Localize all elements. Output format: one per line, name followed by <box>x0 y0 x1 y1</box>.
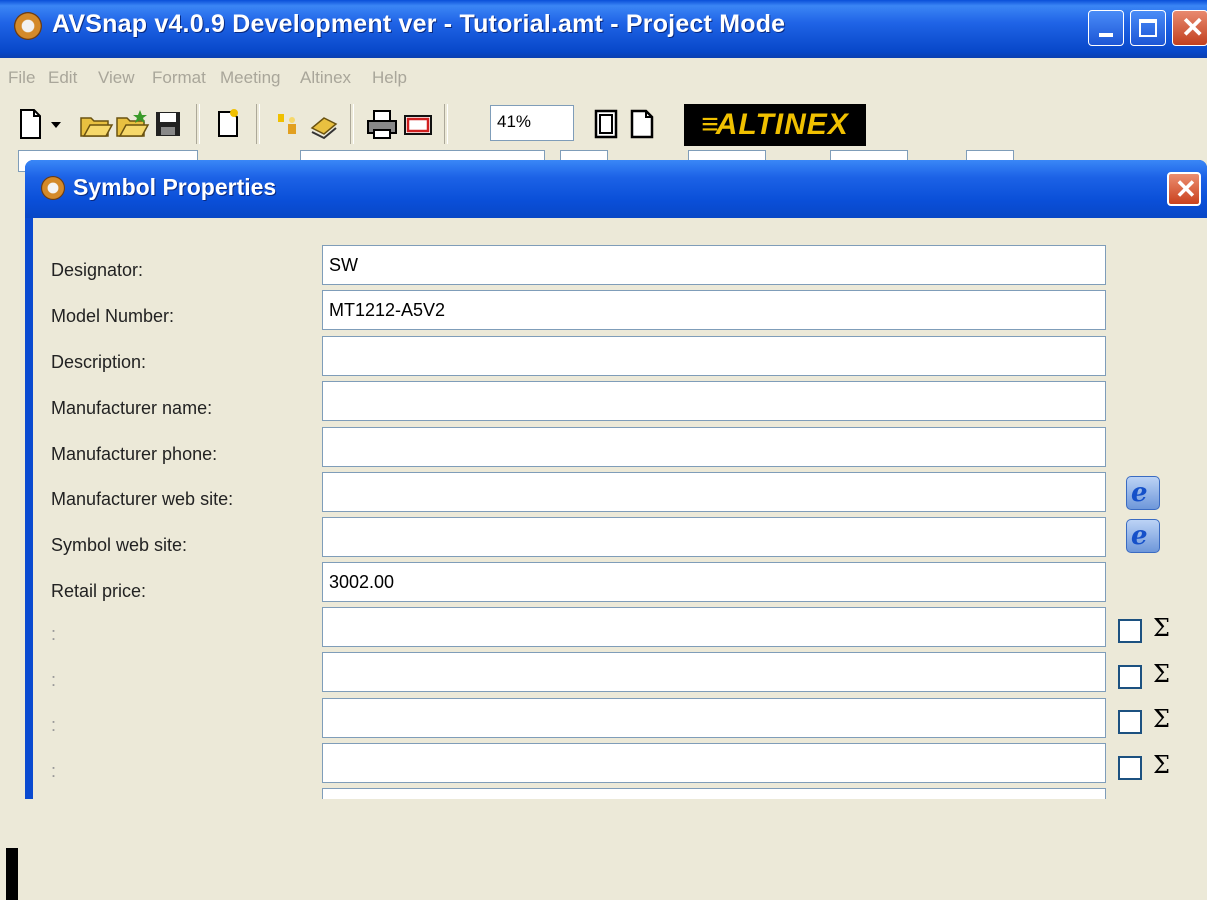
page-landscape-icon <box>630 109 654 139</box>
print-preview-button[interactable] <box>400 106 436 142</box>
symbol-web-site-input[interactable] <box>322 517 1106 557</box>
retail-price-label: Retail price: <box>51 581 147 601</box>
open-button[interactable] <box>78 106 114 142</box>
designator-label: Designator: <box>51 260 144 280</box>
logo-text: ALTINEX <box>715 108 849 141</box>
dropdown-arrow-icon <box>51 122 61 128</box>
minimize-button[interactable] <box>1088 10 1124 46</box>
manufacturer-name-input[interactable] <box>322 381 1106 421</box>
custom-field-1-sum-checkbox[interactable] <box>1118 619 1142 643</box>
toolbar-separator <box>196 104 200 144</box>
custom-field-3-sum-checkbox[interactable] <box>1118 710 1142 734</box>
dialog-title-bar[interactable]: Symbol Properties ✕ <box>25 160 1207 218</box>
print-button[interactable] <box>364 106 400 142</box>
model-number-input[interactable]: MT1212-A5V2 <box>322 290 1106 330</box>
open-folder-icon <box>80 117 114 137</box>
maximize-button[interactable] <box>1130 10 1166 46</box>
dialog-body: Designator: SW Model Number: MT1212-A5V2… <box>33 218 1207 799</box>
save-button[interactable] <box>150 106 186 142</box>
print-preview-icon <box>404 115 432 135</box>
print-icon <box>367 110 397 139</box>
dialog-app-icon <box>41 176 65 200</box>
left-strip-block <box>6 848 18 900</box>
page-button[interactable] <box>210 106 246 142</box>
internet-explorer-icon: e <box>1131 478 1148 508</box>
wizard-icon <box>278 114 296 134</box>
manufacturer-web-site-input[interactable] <box>322 472 1106 512</box>
custom-field-3-input[interactable] <box>322 698 1106 738</box>
save-icon <box>156 112 180 136</box>
menu-view[interactable]: View <box>98 68 135 88</box>
new-document-button[interactable] <box>12 106 48 142</box>
internet-explorer-icon: e <box>1131 521 1148 551</box>
page-landscape-button[interactable] <box>624 106 660 142</box>
manufacturer-name-label: Manufacturer name: <box>51 398 213 418</box>
description-input[interactable] <box>322 336 1106 376</box>
minimize-icon <box>1099 33 1113 37</box>
toolbar-separator <box>444 104 448 144</box>
sum-icon: Σ <box>1153 751 1170 779</box>
model-number-label: Model Number: <box>51 306 175 326</box>
menu-altinex[interactable]: Altinex <box>300 68 351 88</box>
page-icon <box>218 109 238 137</box>
toolbar-separator <box>350 104 354 144</box>
symbol-properties-dialog: Symbol Properties ✕ Designator: SW Model… <box>25 160 1207 799</box>
open-project-icon <box>116 110 150 137</box>
page-portrait-button[interactable] <box>588 106 624 142</box>
sum-icon: Σ <box>1153 660 1170 688</box>
custom-field-2-sum-checkbox[interactable] <box>1118 665 1142 689</box>
custom-field-4-sum-checkbox[interactable] <box>1118 756 1142 780</box>
library-icon <box>310 117 338 140</box>
new-document-icon <box>20 109 41 139</box>
close-button[interactable]: ✕ <box>1172 10 1207 46</box>
dialog-title: Symbol Properties <box>73 174 277 200</box>
custom-field-2-input[interactable] <box>322 652 1106 692</box>
custom-field-1-label: : <box>51 624 57 644</box>
dialog-close-button[interactable]: ✕ <box>1167 172 1201 206</box>
manufacturer-web-site-label: Manufacturer web site: <box>51 489 234 509</box>
menu-file[interactable]: File <box>8 68 35 88</box>
manufacturer-web-browse-button[interactable]: e <box>1126 476 1160 510</box>
manufacturer-phone-label: Manufacturer phone: <box>51 444 218 464</box>
custom-field-5-input[interactable] <box>322 788 1106 799</box>
description-label: Description: <box>51 352 147 372</box>
logo-stripes: ≡ <box>701 108 718 141</box>
zoom-input[interactable]: 41% <box>490 105 574 141</box>
library-button[interactable] <box>306 106 342 142</box>
menu-edit[interactable]: Edit <box>48 68 77 88</box>
custom-field-2-label: : <box>51 670 57 690</box>
designator-input[interactable]: SW <box>322 245 1106 285</box>
new-dropdown-button[interactable] <box>48 106 66 142</box>
close-icon: ✕ <box>1181 12 1205 43</box>
custom-field-4-input[interactable] <box>322 743 1106 783</box>
sum-icon: Σ <box>1153 614 1170 642</box>
custom-field-4-label: : <box>51 761 57 781</box>
manufacturer-phone-input[interactable] <box>322 427 1106 467</box>
close-icon: ✕ <box>1175 174 1197 204</box>
wizard-button[interactable] <box>270 106 306 142</box>
app-icon[interactable] <box>14 12 42 40</box>
main-title-bar[interactable]: AVSnap v4.0.9 Development ver - Tutorial… <box>0 0 1207 58</box>
menu-meeting[interactable]: Meeting <box>220 68 280 88</box>
sum-icon: Σ <box>1153 705 1170 733</box>
toolbar-separator <box>256 104 260 144</box>
retail-price-input[interactable]: 3002.00 <box>322 562 1106 602</box>
open-project-button[interactable] <box>114 106 150 142</box>
maximize-icon <box>1139 19 1157 37</box>
symbol-web-site-label: Symbol web site: <box>51 535 188 555</box>
menu-bar: File Edit View Format Meeting Altinex He… <box>0 58 1207 99</box>
toolbar <box>0 98 1207 151</box>
menu-help[interactable]: Help <box>372 68 407 88</box>
page-portrait-icon <box>594 109 618 139</box>
custom-field-1-input[interactable] <box>322 607 1106 647</box>
window-title: AVSnap v4.0.9 Development ver - Tutorial… <box>52 10 786 38</box>
symbol-web-browse-button[interactable]: e <box>1126 519 1160 553</box>
custom-field-3-label: : <box>51 715 57 735</box>
altinex-logo: ≡ALTINEX <box>684 104 866 146</box>
menu-format[interactable]: Format <box>152 68 206 88</box>
